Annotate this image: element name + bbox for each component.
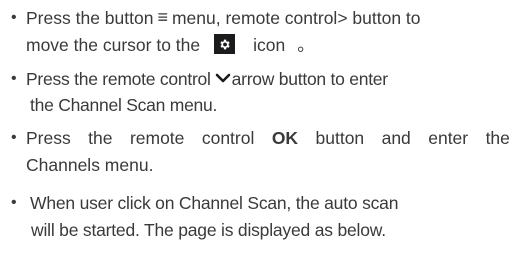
instruction-2-line-2: the Channel Scan menu.	[30, 95, 218, 115]
instruction-2-line-1: Press the remote control arrow button to…	[26, 68, 388, 89]
menu-icon: ≡	[157, 7, 168, 27]
instruction-1-line-1: Press the button ≡ menu, remote control> b…	[26, 7, 421, 28]
instruction-3-line-1: Press the remote control OK button and e…	[26, 128, 510, 148]
bullet: •	[11, 9, 17, 26]
bullet: •	[11, 70, 17, 87]
settings-gear-icon	[214, 34, 236, 55]
bullet: •	[11, 194, 17, 211]
bullet: •	[11, 129, 17, 146]
instruction-4-line-1: When user click on Channel Scan, the aut…	[30, 193, 399, 213]
chevron-down-icon	[215, 68, 231, 88]
instruction-4-line-2: will be started. The page is displayed a…	[31, 220, 386, 240]
instruction-3-line-2: Channels menu.	[26, 155, 154, 175]
ok-button-label: OK	[271, 128, 299, 148]
instruction-1-line-2: move the cursor to the icon。	[26, 34, 315, 55]
